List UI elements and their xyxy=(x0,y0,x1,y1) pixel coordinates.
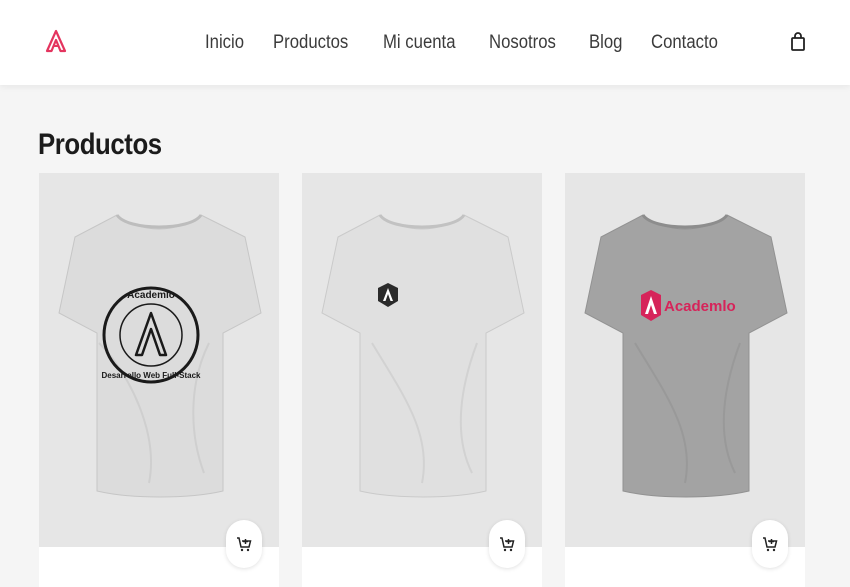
svg-text:Academlo: Academlo xyxy=(664,298,736,315)
product-card[interactable]: Academlo xyxy=(565,173,805,587)
cart-button[interactable] xyxy=(788,30,808,52)
nav-inicio[interactable]: Inicio xyxy=(205,32,244,54)
product-image[interactable] xyxy=(302,173,542,547)
nav-mi-cuenta[interactable]: Mi cuenta xyxy=(383,32,455,54)
svg-text:Academlo: Academlo xyxy=(127,290,175,301)
product-card[interactable]: Academlo Desarrollo Web Full-Stack xyxy=(39,173,279,587)
product-card[interactable] xyxy=(302,173,542,587)
add-to-cart-button[interactable] xyxy=(226,520,262,568)
product-image[interactable]: Academlo Desarrollo Web Full-Stack xyxy=(39,173,279,547)
svg-text:Desarrollo Web Full-Stack: Desarrollo Web Full-Stack xyxy=(102,371,202,380)
site-header: Inicio Productos Mi cuenta Nosotros Blog… xyxy=(0,0,850,85)
brand-logo-icon[interactable] xyxy=(44,29,68,53)
nav-contacto[interactable]: Contacto xyxy=(651,32,718,54)
nav-blog[interactable]: Blog xyxy=(589,32,622,54)
add-to-cart-icon xyxy=(237,537,252,552)
product-image[interactable]: Academlo xyxy=(565,173,805,547)
add-to-cart-button[interactable] xyxy=(752,520,788,568)
add-to-cart-icon xyxy=(763,537,778,552)
add-to-cart-button[interactable] xyxy=(489,520,525,568)
page-title: Productos xyxy=(38,128,162,161)
add-to-cart-icon xyxy=(500,537,515,552)
shopping-bag-icon xyxy=(791,31,805,51)
nav-nosotros[interactable]: Nosotros xyxy=(489,32,556,54)
nav-productos[interactable]: Productos xyxy=(273,32,348,54)
main-nav: Inicio Productos Mi cuenta Nosotros Blog… xyxy=(205,30,751,56)
